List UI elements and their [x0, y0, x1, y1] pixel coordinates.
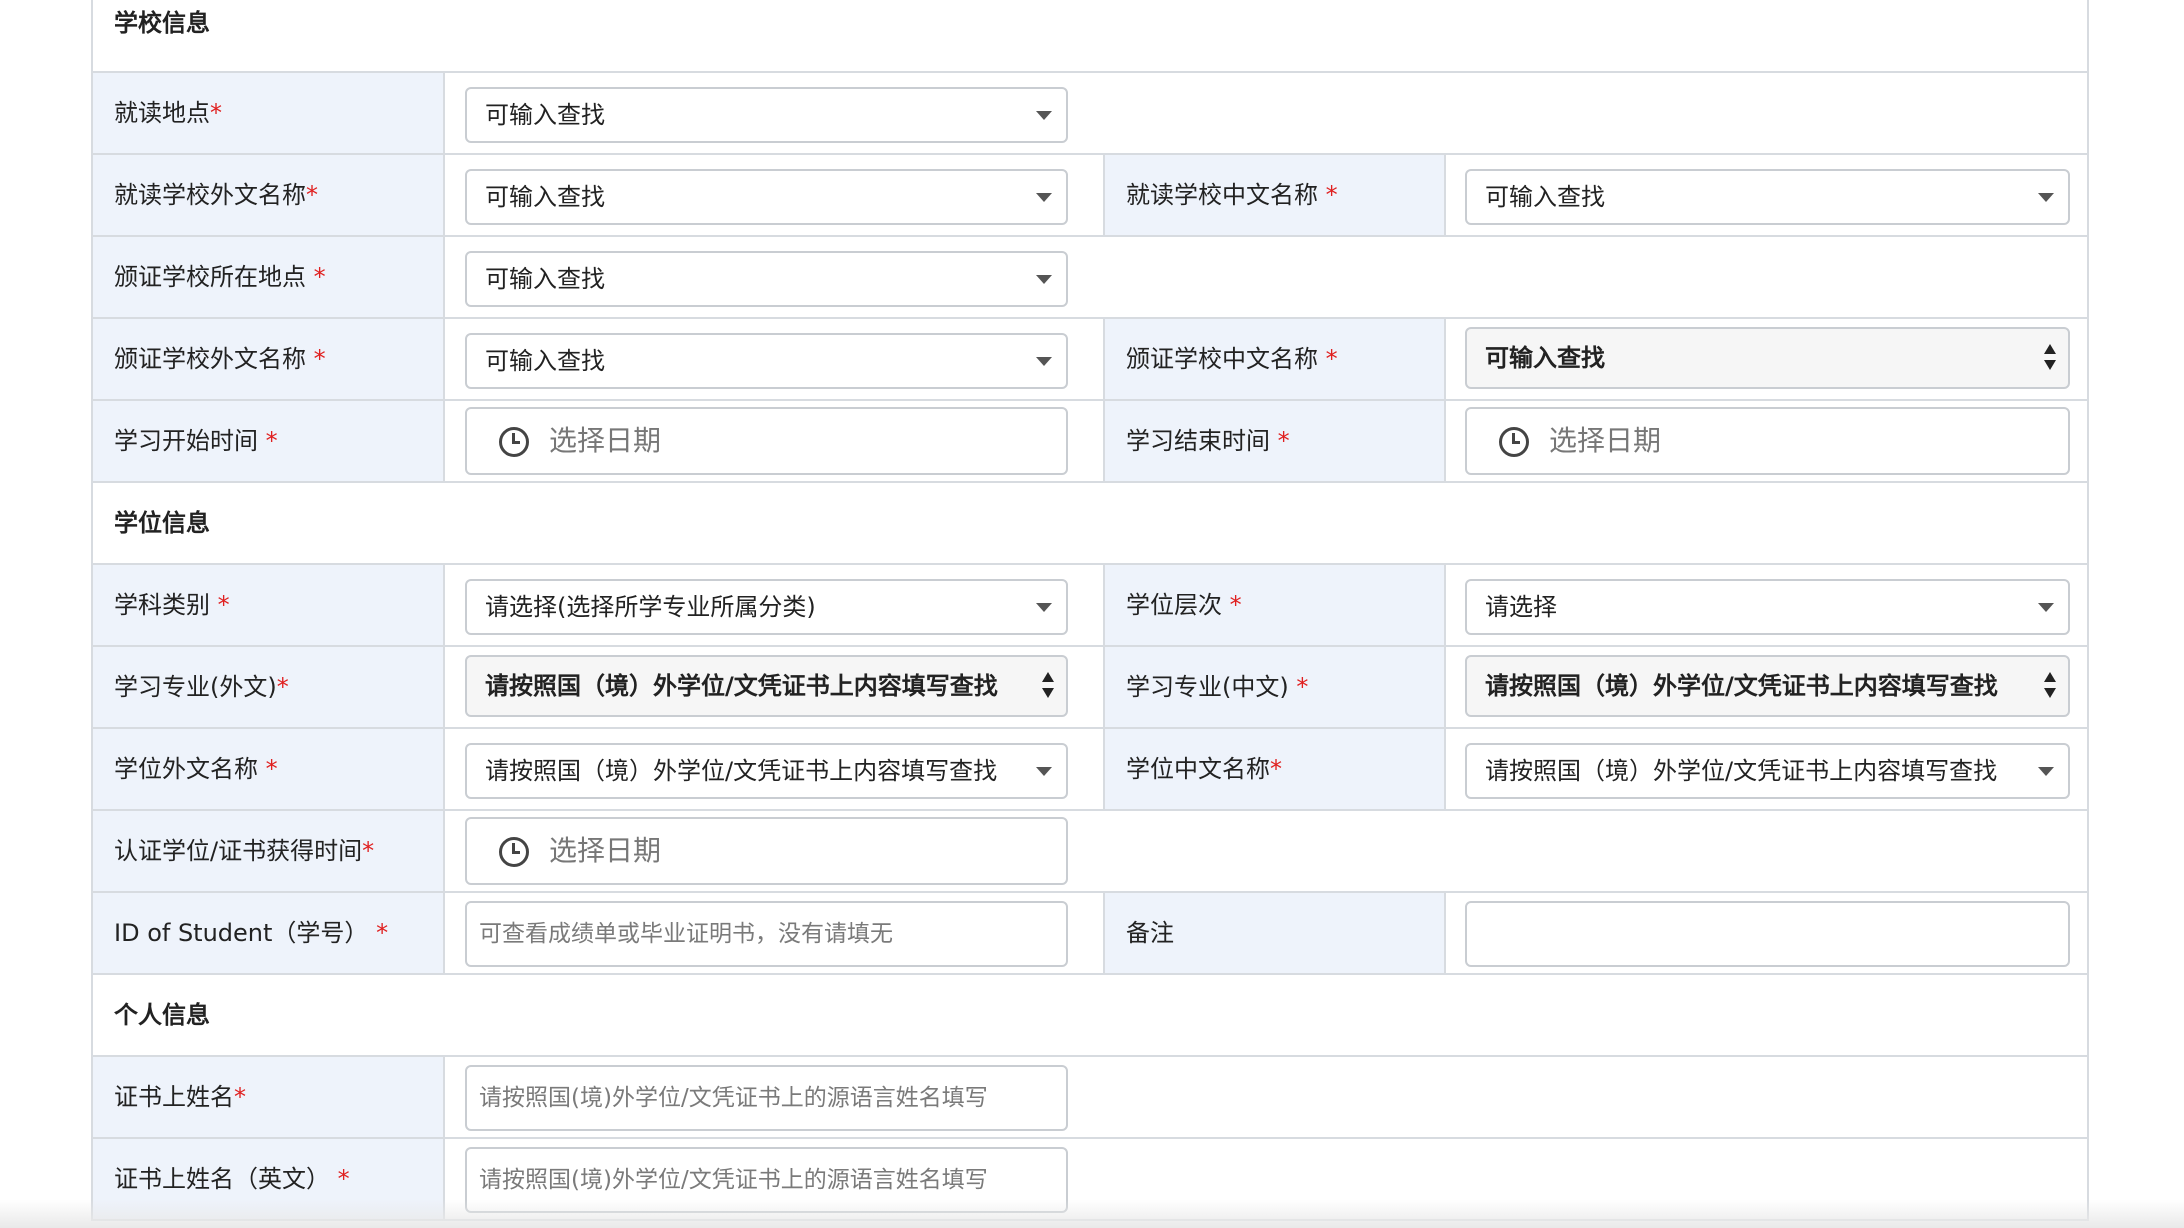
label-name-cert: 证书上姓名* — [93, 1057, 445, 1137]
bottom-fade — [0, 1200, 2184, 1228]
row-subject-level: 学科类别 * 请选择(选择所学专业所属分类) 学位层次 * 请选择 — [93, 565, 2087, 647]
up-down-arrows-icon — [2044, 672, 2056, 700]
caret-down-icon — [1036, 275, 1052, 284]
name-cert-input[interactable]: 请按照国(境)外学位/文凭证书上的源语言姓名填写 — [465, 1065, 1068, 1131]
caret-down-icon — [1036, 603, 1052, 612]
major-foreign-native-select[interactable]: 请按照国（境）外学位/文凭证书上内容填写查找 — [465, 655, 1068, 717]
row-degree-name: 学位外文名称 * 请按照国（境）外学位/文凭证书上内容填写查找 学位中文名称* … — [93, 729, 2087, 811]
section-degree-info: 学位信息 — [93, 483, 2087, 565]
row-cert-time: 认证学位/证书获得时间* 选择日期 — [93, 811, 2087, 893]
section-title-school: 学校信息 — [114, 9, 210, 37]
label-subject: 学科类别 * — [93, 565, 445, 645]
section-title-personal: 个人信息 — [114, 1001, 210, 1029]
degree-cn-select[interactable]: 请按照国（境）外学位/文凭证书上内容填写查找 — [1465, 743, 2070, 799]
row-major: 学习专业(外文)* 请按照国（境）外学位/文凭证书上内容填写查找 学习专业(中文… — [93, 647, 2087, 729]
row-issuer-name: 颁证学校外文名称 * 可输入查找 颁证学校中文名称 * 可输入查找 — [93, 319, 2087, 401]
degree-level-select[interactable]: 请选择 — [1465, 579, 2070, 635]
caret-down-icon — [2038, 767, 2054, 776]
clock-icon — [499, 427, 529, 457]
row-issuer-place: 颁证学校所在地点 * 可输入查找 — [93, 237, 2087, 319]
degree-foreign-select[interactable]: 请按照国（境）外学位/文凭证书上内容填写查找 — [465, 743, 1068, 799]
remark-input[interactable] — [1465, 901, 2070, 967]
caret-down-icon — [2038, 603, 2054, 612]
label-issuer-cn: 颁证学校中文名称 * — [1103, 319, 1446, 399]
row-school-name: 就读学校外文名称* 可输入查找 就读学校中文名称 * 可输入查找 — [93, 155, 2087, 237]
caret-down-icon — [1036, 357, 1052, 366]
label-degree-foreign: 学位外文名称 * — [93, 729, 445, 809]
school-cn-select[interactable]: 可输入查找 — [1465, 169, 2070, 225]
label-study-start: 学习开始时间 * — [93, 401, 445, 481]
label-remark: 备注 — [1103, 893, 1446, 973]
row-study-place: 就读地点* 可输入查找 — [93, 73, 2087, 155]
section-title-degree: 学位信息 — [114, 509, 210, 537]
up-down-arrows-icon — [2044, 344, 2056, 372]
label-study-place: 就读地点* — [93, 73, 445, 153]
label-study-end: 学习结束时间 * — [1103, 401, 1446, 481]
issuer-place-select[interactable]: 可输入查找 — [465, 251, 1068, 307]
label-cert-time: 认证学位/证书获得时间* — [93, 811, 445, 891]
issuer-foreign-select[interactable]: 可输入查找 — [465, 333, 1068, 389]
label-issuer-place: 颁证学校所在地点 * — [93, 237, 445, 317]
clock-icon — [499, 837, 529, 867]
study-start-date-picker[interactable]: 选择日期 — [465, 407, 1068, 475]
study-place-select[interactable]: 可输入查找 — [465, 87, 1068, 143]
section-personal-info: 个人信息 — [93, 975, 2087, 1057]
label-major-foreign: 学习专业(外文)* — [93, 647, 445, 727]
cert-time-date-picker[interactable]: 选择日期 — [465, 817, 1068, 885]
label-student-id: ID of Student（学号） * — [93, 893, 445, 973]
subject-select[interactable]: 请选择(选择所学专业所属分类) — [465, 579, 1068, 635]
school-foreign-select[interactable]: 可输入查找 — [465, 169, 1068, 225]
caret-down-icon — [1036, 767, 1052, 776]
study-end-date-picker[interactable]: 选择日期 — [1465, 407, 2070, 475]
label-issuer-foreign: 颁证学校外文名称 * — [93, 319, 445, 399]
label-degree-cn: 学位中文名称* — [1103, 729, 1446, 809]
caret-down-icon — [1036, 111, 1052, 120]
label-major-cn: 学习专业(中文) * — [1103, 647, 1446, 727]
degree-certification-form: 学校信息 就读地点* 可输入查找 就读学校外文名称* 可输入查找 就读学校中文名… — [91, 0, 2089, 1221]
section-school-info: 学校信息 — [93, 0, 2087, 73]
major-cn-native-select[interactable]: 请按照国（境）外学位/文凭证书上内容填写查找 — [1465, 655, 2070, 717]
row-study-dates: 学习开始时间 * 选择日期 学习结束时间 * 选择日期 — [93, 401, 2087, 483]
clock-icon — [1499, 427, 1529, 457]
issuer-cn-native-select[interactable]: 可输入查找 — [1465, 327, 2070, 389]
row-name-cert: 证书上姓名* 请按照国(境)外学位/文凭证书上的源语言姓名填写 — [93, 1057, 2087, 1139]
up-down-arrows-icon — [1042, 672, 1054, 700]
caret-down-icon — [2038, 193, 2054, 202]
label-school-foreign: 就读学校外文名称* — [93, 155, 445, 235]
row-student-id: ID of Student（学号） * 可查看成绩单或毕业证明书，没有请填无 备… — [93, 893, 2087, 975]
student-id-input[interactable]: 可查看成绩单或毕业证明书，没有请填无 — [465, 901, 1068, 967]
caret-down-icon — [1036, 193, 1052, 202]
label-degree-level: 学位层次 * — [1103, 565, 1446, 645]
label-school-cn: 就读学校中文名称 * — [1103, 155, 1446, 235]
